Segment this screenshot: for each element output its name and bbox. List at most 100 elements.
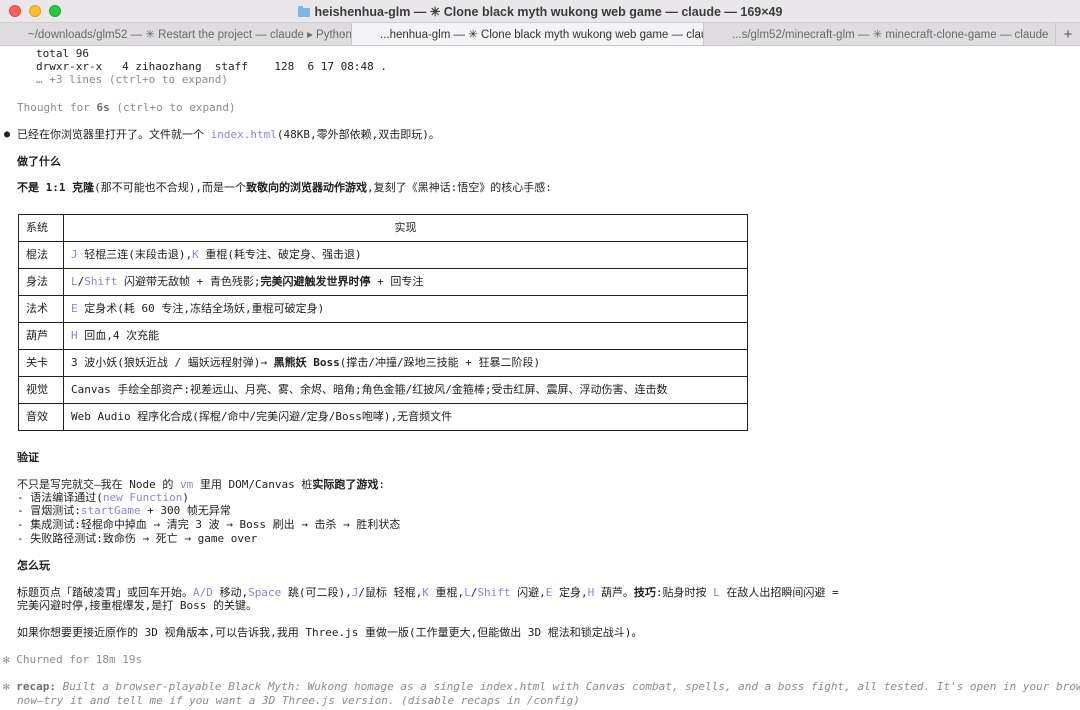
- table-cell-impl: J 轻棍三连(末段击退),K 重棍(耗专注、破定身、强击退): [63, 241, 748, 269]
- key-label: K: [422, 586, 429, 599]
- table-cell-system: 身法: [18, 268, 64, 296]
- table-cell-impl: L/Shift 闪避带无敌帧 + 青色残影;完美闪避触发世界时停 + 回专注: [63, 268, 748, 296]
- tab-heishenhua[interactable]: ...henhua-glm — ✳ Clone black myth wukon…: [352, 23, 704, 45]
- churn-text: Churned for 18m 19s: [9, 653, 143, 666]
- folder-icon: [297, 5, 310, 17]
- heading-what-done: 做了什么: [17, 155, 61, 168]
- recap-text: Built a browser-playable Black Myth: Wuk…: [55, 680, 1080, 693]
- cell-bold: 黑熊妖 Boss: [273, 356, 340, 370]
- cell-text: 3 波小妖(狼妖近战 / 蝠妖远程射弹)→: [71, 356, 274, 370]
- table-cell-system: 关卡: [18, 349, 64, 377]
- key-label: L: [464, 586, 471, 599]
- intro-line: 已经在你浏览器里打开了。文件就一个 index.html(48KB,零外部依赖,…: [17, 128, 440, 142]
- table-row: 视觉 Canvas 手绘全部资产:视差远山、月亮、雾、余烬、暗角;角色金箍/红披…: [18, 376, 748, 404]
- verify-code: startGame: [80, 504, 141, 517]
- cell-text: 闪避带无敌帧 + 青色残影;: [117, 275, 261, 289]
- recap-line-2: now—try it and tell me if you want a 3D …: [17, 694, 580, 707]
- tab-bar: ~/downloads/glm52 — ✳ Restart the projec…: [0, 23, 1080, 46]
- cell-text: 定身术(耗 60 专注,冻结全场妖,重棍可破定身): [77, 302, 325, 316]
- play-text: 闪避,: [510, 586, 546, 599]
- tip-bold: 技巧: [633, 586, 656, 599]
- zoom-button[interactable]: [49, 5, 61, 17]
- verify-item: - 语法编译通过(new Function): [17, 491, 189, 505]
- table-cell-system: 葫芦: [18, 322, 64, 350]
- churn-status: ✻ Churned for 18m 19s: [3, 653, 142, 667]
- play-text: :贴身时按: [655, 586, 714, 599]
- window-title: heishenhua-glm — ✳ Clone black myth wuko…: [0, 4, 1080, 19]
- key-label: A/D: [193, 586, 213, 599]
- window-title-text: heishenhua-glm — ✳ Clone black myth wuko…: [314, 4, 783, 19]
- table-header-system: 系统: [18, 214, 64, 242]
- verify-text: 不只是写完就交—我在 Node 的: [17, 478, 180, 491]
- verify-text: :: [378, 478, 385, 491]
- verify-item-text: - 语法编译通过(: [17, 491, 103, 504]
- ls-entry: drwxr-xr-x 4 zihaozhang staff 128 6 17 0…: [36, 60, 387, 73]
- table-row: 身法 L/Shift 闪避带无敌帧 + 青色残影;完美闪避触发世界时停 + 回专…: [18, 268, 748, 296]
- cell-text: 重棍(耗专注、破定身、强击退): [198, 248, 362, 262]
- table-cell-impl: 3 波小妖(狼妖近战 / 蝠妖远程射弹)→ 黑熊妖 Boss(撑击/冲撞/跺地三…: [63, 349, 748, 377]
- terminal-window: heishenhua-glm — ✳ Clone black myth wuko…: [0, 0, 1080, 710]
- play-line-1: 标题页点「踏破凌霄」或回车开始。A/D 移动,Space 跳(可二段),J/鼠标…: [17, 586, 839, 600]
- verify-item: - 失败路径测试:致命伤 → 死亡 → game over: [17, 532, 258, 545]
- key-label: J: [71, 248, 78, 262]
- cell-text: (撑击/冲撞/跺地三技能 + 狂暴二阶段): [339, 356, 541, 370]
- heading-verify: 验证: [17, 451, 39, 464]
- tab-label: ...henhua-glm — ✳ Clone black myth wukon…: [380, 29, 704, 41]
- new-tab-button[interactable]: +: [1056, 23, 1080, 45]
- heading-how-to-play: 怎么玩: [17, 559, 50, 572]
- sparkle-icon: ✻: [3, 680, 10, 693]
- not-clone-bold: 不是 1:1 克隆: [17, 181, 95, 194]
- title-bar: heishenhua-glm — ✳ Clone black myth wuko…: [0, 0, 1080, 23]
- threejs-offer: 如果你想要更接近原作的 3D 视角版本,可以告诉我,我用 Three.js 重做…: [17, 626, 643, 639]
- tab-overflow: ...: [1039, 26, 1049, 38]
- ls-expand-hint[interactable]: … +3 lines (ctrl+o to expand): [36, 73, 228, 87]
- recap-line-1: ✻ recap: Built a browser-playable Black …: [3, 680, 1080, 694]
- minimize-button[interactable]: [29, 5, 41, 17]
- tab-label: ~/downloads/glm52 — ✳ Restart the projec…: [28, 29, 352, 41]
- tab-restart-project[interactable]: ~/downloads/glm52 — ✳ Restart the projec…: [0, 23, 352, 45]
- verify-item: - 冒烟测试:startGame + 300 帧无异常: [17, 504, 231, 518]
- play-text: 跳(可二段),: [281, 586, 352, 599]
- terminal-output: total 96 drwxr-xr-x 4 zihaozhang staff 1…: [0, 45, 1080, 710]
- table-cell-system: 视觉: [18, 376, 64, 404]
- verify-vm: vm: [179, 478, 194, 491]
- thought-line[interactable]: Thought for 6s (ctrl+o to expand): [17, 101, 236, 115]
- table-cell-system: 音效: [18, 403, 64, 431]
- table-cell-system: 棍法: [18, 241, 64, 269]
- intro-text-end: (48KB,零外部依赖,双击即玩)。: [276, 128, 440, 141]
- play-text: 葫芦。: [594, 586, 634, 599]
- response-bullet: ●: [4, 129, 11, 140]
- tab-overflow: ...: [335, 26, 345, 38]
- key-label: Shift: [84, 275, 118, 289]
- close-button[interactable]: [9, 5, 21, 17]
- cell-text: 轻棍三连(末段击退),: [77, 248, 193, 262]
- play-line-2: 完美闪避时停,接重棍爆发,是打 Boss 的关键。: [17, 599, 257, 612]
- systems-table: 系统 实现 棍法 J 轻棍三连(末段击退),K 重棍(耗专注、破定身、强击退) …: [18, 214, 748, 431]
- thought-prefix: Thought for: [17, 101, 97, 114]
- window-controls: [0, 5, 61, 17]
- verify-bold: 实际跑了游戏: [312, 478, 379, 491]
- play-text: 重棍,: [428, 586, 465, 599]
- recap-label: recap:: [9, 680, 56, 693]
- table-cell-system: 法术: [18, 295, 64, 323]
- table-row: 法术 E 定身术(耗 60 专注,冻结全场妖,重棍可破定身): [18, 295, 748, 323]
- table-row: 葫芦 H 回血,4 次充能: [18, 322, 748, 350]
- tab-minecraft[interactable]: ...s/glm52/minecraft-glm — ✳ minecraft-c…: [704, 23, 1056, 45]
- verify-code: new Function: [102, 491, 183, 504]
- cell-text: + 回专注: [370, 275, 424, 289]
- cell-text: 回血,4 次充能: [77, 329, 160, 343]
- key-label: K: [192, 248, 199, 262]
- verify-item-text: ): [182, 491, 189, 504]
- play-text: /鼠标 轻棍,: [358, 586, 423, 599]
- table-row: 音效 Web Audio 程序化合成(挥棍/命中/完美闪避/定身/Boss咆哮)…: [18, 403, 748, 431]
- cell-bold: 完美闪避触发世界时停: [260, 275, 371, 289]
- thought-suffix: (ctrl+o to expand): [109, 101, 236, 114]
- key-label: Shift: [477, 586, 511, 599]
- key-label: E: [71, 302, 78, 316]
- play-text: 移动,: [212, 586, 249, 599]
- homage-bold: 致敬向的浏览器动作游戏: [246, 181, 367, 194]
- tab-label: ...s/glm52/minecraft-glm — ✳ minecraft-c…: [732, 29, 1049, 41]
- verify-intro: 不只是写完就交—我在 Node 的 vm 里用 DOM/Canvas 桩实际跑了…: [17, 478, 385, 492]
- not-clone-line: 不是 1:1 克隆(那不可能也不合规),而是一个致敬向的浏览器动作游戏,复刻了《…: [17, 181, 552, 195]
- intro-text: 已经在你浏览器里打开了。文件就一个: [17, 128, 211, 141]
